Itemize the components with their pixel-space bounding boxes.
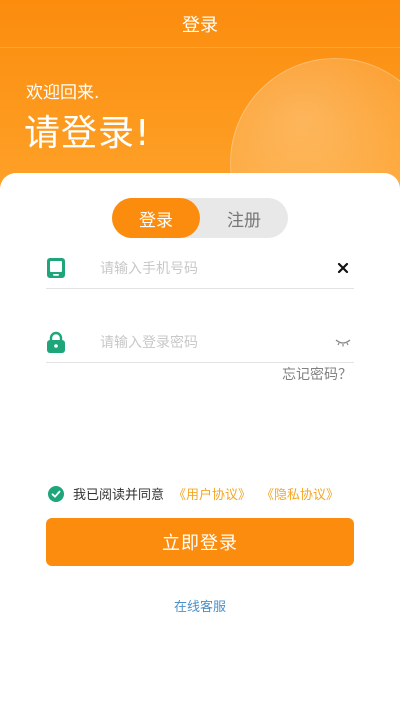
auth-tabs: 登录 注册 — [112, 198, 288, 238]
page-title: 登录 — [182, 14, 218, 36]
phone-input[interactable] — [100, 255, 320, 283]
login-button[interactable]: 立即登录 — [46, 518, 354, 566]
top-bar: 登录 — [0, 0, 400, 48]
agreement-text: 我已阅读并同意 — [73, 488, 165, 503]
agreement-row: 我已阅读并同意 《用户协议》 《隐私协议》 — [48, 484, 349, 503]
online-service-link[interactable]: 在线客服 — [0, 596, 400, 615]
welcome-text: 欢迎回来. — [26, 83, 100, 103]
lock-icon — [46, 331, 66, 353]
login-card — [0, 173, 400, 711]
tab-login[interactable]: 登录 — [112, 198, 200, 238]
forgot-password-link[interactable]: 忘记密码？ — [282, 364, 352, 384]
agree-checkbox[interactable] — [48, 485, 64, 502]
clear-icon[interactable] — [334, 258, 352, 278]
phone-icon — [46, 257, 66, 279]
user-agreement-link[interactable]: 《用户协议》 — [173, 484, 251, 503]
privacy-agreement-link[interactable]: 《隐私协议》 — [261, 484, 339, 503]
password-field — [46, 329, 354, 363]
password-input[interactable] — [100, 329, 320, 357]
eye-closed-icon[interactable] — [334, 332, 352, 352]
login-prompt: 请登录! — [24, 113, 151, 154]
phone-field — [46, 255, 354, 289]
tab-register[interactable]: 注册 — [200, 198, 288, 238]
